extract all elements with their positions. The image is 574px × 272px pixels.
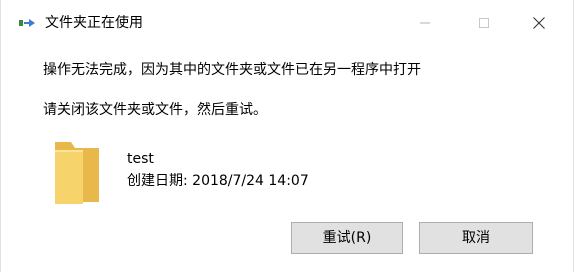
minimize-button[interactable] [402,0,448,46]
file-created-date: 创建日期: 2018/7/24 14:07 [127,173,309,189]
error-message: 操作无法完成，因为其中的文件夹或文件已在另一程序中打开 [43,62,421,78]
close-icon [533,17,545,29]
title-bar: 文件夹正在使用 [1,0,573,46]
folder-icon [53,138,101,204]
minimize-icon [420,22,430,24]
cancel-button[interactable]: 取消 [419,222,533,254]
maximize-button[interactable] [461,0,507,46]
instruction-text: 请关闭该文件夹或文件，然后重试。 [43,102,267,118]
file-name: test [127,151,154,167]
retry-button[interactable]: 重试(R) [291,222,403,254]
close-button[interactable] [516,0,562,46]
window-title: 文件夹正在使用 [45,15,143,31]
dialog-window: 文件夹正在使用 操作无法完成，因为其中的文件夹或文件已在另一程序中打开 请关闭该… [0,0,574,272]
folder-in-use-icon [19,15,37,29]
maximize-icon [479,18,489,28]
